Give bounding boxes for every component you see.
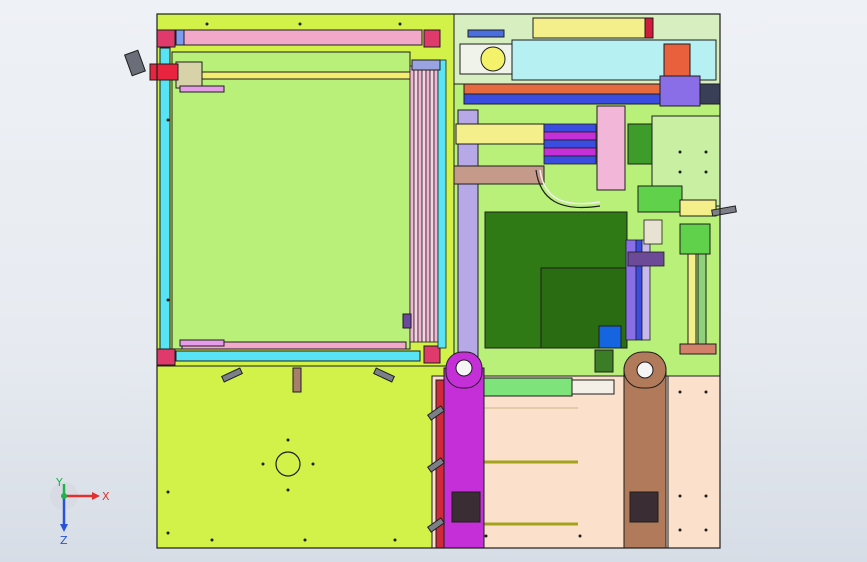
- yellow-panel: [455, 123, 545, 145]
- cylinder-cap-red: [644, 17, 654, 39]
- machine-assembly-drawing: [124, 13, 737, 549]
- magenta-motor: [451, 491, 481, 523]
- left-cyan-rail: [159, 47, 171, 351]
- blue-cube: [598, 325, 622, 349]
- brown-crossbar: [453, 165, 545, 185]
- slider-bar-bottom: [179, 339, 225, 347]
- left-vertical-post: [457, 109, 479, 361]
- green-gear-block: [627, 123, 655, 165]
- orange-rod: [463, 83, 675, 95]
- blue-rod: [463, 93, 675, 105]
- top-rail-end-left: [175, 29, 185, 46]
- stacked-plates: [409, 59, 447, 349]
- brown-pivot: [636, 361, 654, 379]
- y-axis-label: Y: [55, 478, 63, 489]
- green-gripper: [679, 223, 711, 255]
- inner-panel: [171, 51, 411, 350]
- small-green-bracket: [637, 185, 683, 213]
- bottom-right-corner-block: [423, 345, 441, 364]
- green-connector: [594, 349, 614, 373]
- bottom-pin: [292, 367, 302, 393]
- rod-drive-block: [659, 75, 701, 107]
- green-cylinder-bottom: [483, 377, 573, 397]
- top-lever: [124, 49, 146, 77]
- coordinate-triad-icon: X Y Z: [50, 478, 110, 547]
- yellow-arm: [679, 199, 717, 217]
- blue-bar-top: [467, 29, 505, 38]
- plate-clip-top: [411, 59, 441, 71]
- cylinder-bottom-ext: [571, 379, 615, 395]
- right-rail-base: [679, 343, 717, 355]
- right-rail-green: [697, 251, 707, 345]
- plate-tab: [402, 313, 412, 329]
- z-axis-label: Z: [60, 534, 68, 547]
- slider-bar-top: [179, 85, 225, 93]
- top-pink-rail: [181, 29, 423, 46]
- yellow-cylinder: [532, 17, 646, 39]
- top-right-corner-block: [423, 29, 441, 48]
- screw-rod-mount: [175, 61, 203, 89]
- rod-end-right: [699, 83, 721, 105]
- cad-viewport[interactable]: X Y Z: [0, 0, 867, 562]
- magenta-pivot: [455, 359, 473, 377]
- top-left-corner-block: [156, 29, 176, 48]
- mount-hole: [480, 46, 506, 72]
- brown-motor: [629, 491, 659, 523]
- bottom-cyan-rail: [175, 350, 421, 362]
- bottom-right-panel: [665, 375, 721, 549]
- x-axis-label: X: [102, 490, 110, 503]
- pink-vertical-block: [596, 105, 626, 191]
- bottom-left-corner-block: [156, 348, 176, 366]
- right-rail-yellow: [687, 251, 697, 345]
- screw-rod: [199, 71, 413, 80]
- roller-stack: [543, 123, 597, 165]
- red-handle-block: [149, 63, 179, 81]
